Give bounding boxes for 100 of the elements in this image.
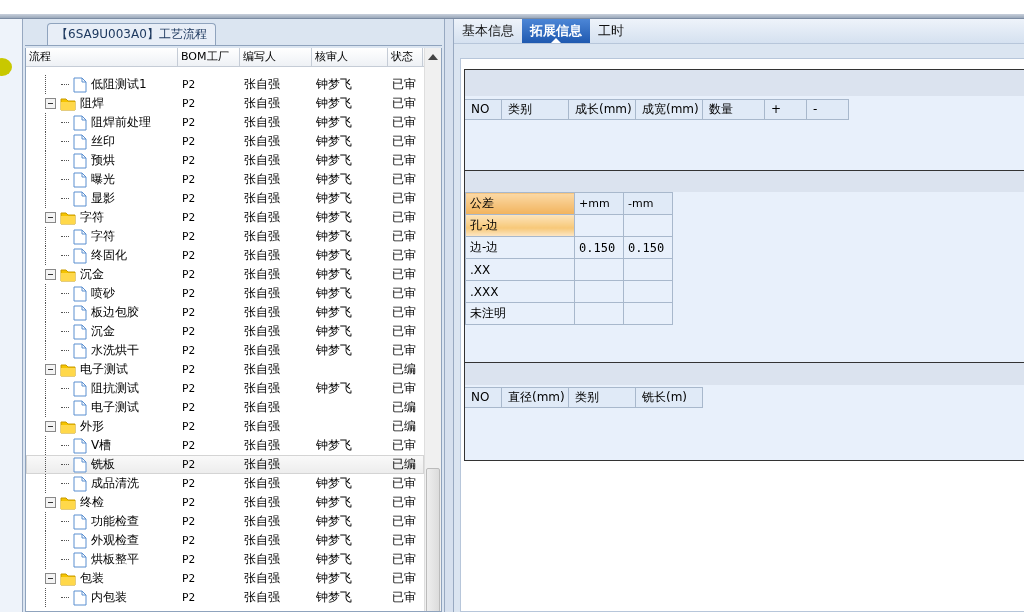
step-label[interactable]: 显影 [91, 189, 115, 208]
author-cell-text: 张自强 [243, 399, 281, 416]
step-label[interactable]: 烘板整平 [91, 550, 139, 569]
column-header: +mm [574, 192, 624, 215]
step-label[interactable]: 预烘 [91, 151, 115, 170]
document-icon [73, 133, 87, 150]
step-label[interactable]: 曝光 [91, 170, 115, 189]
step-label[interactable]: 板边包胶 [91, 303, 139, 322]
bom-cell-text: P2 [181, 362, 197, 378]
author-cell-text: 张自强 [243, 76, 281, 93]
step-label[interactable]: 功能检查 [91, 512, 139, 531]
step-label[interactable]: 沉金 [91, 322, 115, 341]
column-header[interactable]: 核审人 [312, 48, 388, 66]
step-label[interactable]: 铣板 [91, 455, 115, 474]
minus-icon [47, 423, 54, 430]
author-cell-text: 张自强 [243, 152, 281, 169]
author-cell-text: 张自强 [243, 551, 281, 568]
step-label[interactable]: 丝印 [91, 132, 115, 151]
column-header: 公差 [465, 192, 575, 215]
status-cell-text: 已编 [391, 399, 417, 416]
bom-cell-text: P2 [181, 153, 197, 169]
row-label[interactable]: 边-边 [465, 236, 575, 259]
step-label[interactable]: 外观检查 [91, 531, 139, 550]
reviewer-cell-text: 钟梦飞 [315, 551, 353, 568]
tab[interactable]: 工时 [590, 19, 632, 43]
reviewer-cell-text: 钟梦飞 [315, 342, 353, 359]
column-header[interactable]: BOM工厂 [178, 48, 240, 66]
bom-cell-text: P2 [181, 248, 197, 264]
collapse-toggle[interactable] [45, 212, 56, 223]
panel-title: 【6SA9U003A0】工艺流程 [47, 23, 216, 45]
step-label[interactable]: V槽 [91, 436, 112, 455]
step-label[interactable]: 成品清洗 [91, 474, 139, 493]
row-label[interactable]: 未注明 [465, 302, 575, 325]
document-icon [73, 551, 87, 568]
status-cell-text: 已审 [391, 190, 417, 207]
row-label[interactable]: 孔-边 [465, 214, 575, 237]
author-cell-text: 张自强 [243, 418, 281, 435]
folder-label[interactable]: 电子测试 [80, 360, 128, 379]
step-label[interactable]: 低阻测试1 [91, 75, 147, 94]
bom-cell-text: P2 [181, 552, 197, 568]
step-label[interactable]: 内包装 [91, 588, 127, 607]
tab[interactable]: 基本信息 [454, 19, 522, 43]
scroll-thumb[interactable] [426, 468, 440, 611]
column-header[interactable]: 流程 [26, 48, 178, 66]
status-cell-text: 已审 [391, 475, 417, 492]
status-cell-text: 已审 [391, 171, 417, 188]
row-label[interactable]: .XX [465, 258, 575, 281]
status-cell-text: 已审 [391, 95, 417, 112]
step-label[interactable]: 水洗烘干 [91, 341, 139, 360]
reviewer-cell-text: 钟梦飞 [315, 152, 353, 169]
scroll-up-icon[interactable] [428, 53, 438, 61]
folder-icon [60, 495, 76, 510]
collapse-toggle[interactable] [45, 364, 56, 375]
minus-icon [47, 100, 54, 107]
row-label[interactable]: .XXX [465, 280, 575, 303]
collapse-toggle[interactable] [45, 98, 56, 109]
folder-label[interactable]: 阻焊 [80, 94, 104, 113]
collapse-toggle[interactable] [45, 269, 56, 280]
folder-label[interactable]: 字符 [80, 208, 104, 227]
column-header[interactable]: 编写人 [240, 48, 312, 66]
column-header: NO [465, 387, 502, 408]
collapse-toggle[interactable] [45, 497, 56, 508]
reviewer-cell-text: 钟梦飞 [315, 475, 353, 492]
bom-cell-text: P2 [181, 514, 197, 530]
step-label[interactable]: 字符 [91, 227, 115, 246]
reviewer-cell-text: 钟梦飞 [315, 133, 353, 150]
scrollbar[interactable] [424, 48, 441, 611]
collapse-toggle[interactable] [45, 573, 56, 584]
bom-cell-text: P2 [181, 191, 197, 207]
step-label[interactable]: 电子测试 [91, 398, 139, 417]
reviewer-cell-text: 钟梦飞 [315, 266, 353, 283]
reviewer-cell-text: 钟梦飞 [315, 513, 353, 530]
step-label[interactable]: 终固化 [91, 246, 127, 265]
selected-row[interactable]: 铣板 P2 张自强 已编 [26, 455, 424, 474]
bom-cell-text: P2 [181, 229, 197, 245]
minus-icon [47, 575, 54, 582]
document-icon [73, 304, 87, 321]
bom-cell-text: P2 [181, 267, 197, 283]
status-cell-text: 已审 [391, 133, 417, 150]
author-cell-text: 张自强 [243, 304, 281, 321]
author-cell-text: 张自强 [243, 532, 281, 549]
tab[interactable]: 拓展信息 [522, 19, 590, 43]
column-header: 成长(mm) [569, 99, 636, 120]
folder-label[interactable]: 沉金 [80, 265, 104, 284]
step-label[interactable]: 阻抗测试 [91, 379, 139, 398]
folder-label[interactable]: 终检 [80, 493, 104, 512]
bom-cell-text: P2 [181, 305, 197, 321]
author-cell-text: 张自强 [243, 285, 281, 302]
step-label[interactable]: 阻焊前处理 [91, 113, 151, 132]
author-cell-text: 张自强 [243, 323, 281, 340]
collapse-toggle[interactable] [45, 421, 56, 432]
step-label[interactable]: 喷砂 [91, 284, 115, 303]
minus-icon [47, 214, 54, 221]
document-icon [73, 475, 87, 492]
folder-label[interactable]: 外形 [80, 417, 104, 436]
document-icon [73, 171, 87, 188]
folder-label[interactable]: 包装 [80, 569, 104, 588]
status-cell-text: 已审 [391, 323, 417, 340]
status-cell-text: 已审 [391, 570, 417, 587]
column-header[interactable]: 状态 [388, 48, 423, 66]
